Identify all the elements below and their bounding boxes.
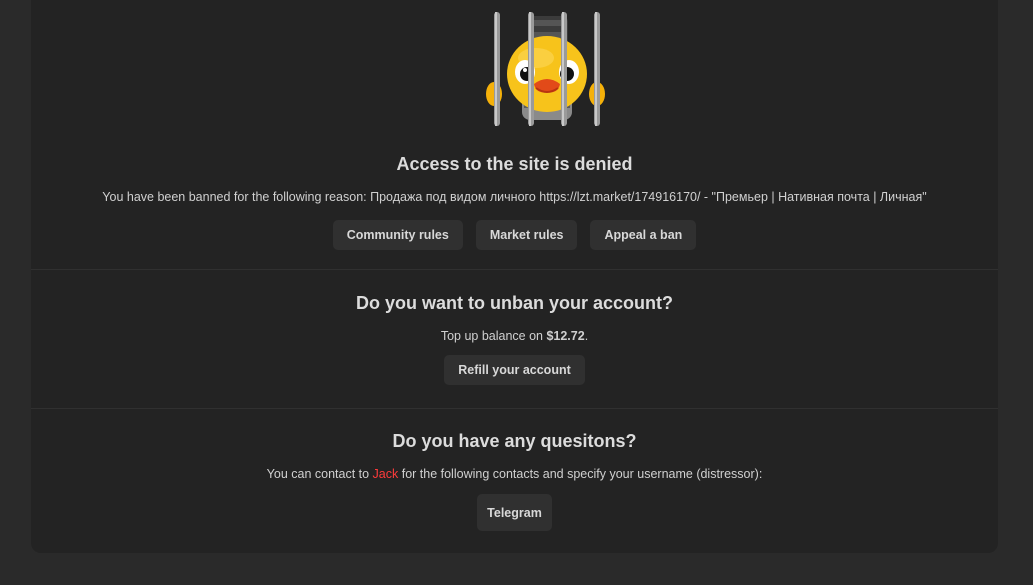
contact-suffix: for the following contacts and specify y…: [398, 467, 763, 481]
balance-suffix: .: [584, 329, 589, 343]
contact-prefix: You can contact to: [266, 467, 373, 481]
balance-prefix: Top up balance on: [440, 329, 547, 343]
community-rules-button[interactable]: Community rules: [332, 220, 463, 250]
unban-title: Do you want to unban your account?: [356, 293, 673, 313]
jailed-duck-icon: [486, 12, 605, 126]
telegram-button[interactable]: Telegram: [477, 494, 552, 531]
balance-amount: $12.72: [546, 329, 585, 343]
telegram-button-row: Telegram: [31, 494, 998, 531]
ban-card: Access to the site is denied You have be…: [31, 0, 998, 553]
appeal-ban-button[interactable]: Appeal a ban: [590, 220, 697, 250]
unban-section: Do you want to unban your account? Top u…: [31, 293, 998, 385]
market-rules-button[interactable]: Market rules: [475, 220, 578, 250]
balance-text: Top up balance on $12.72.: [31, 329, 998, 343]
access-denied-section: Access to the site is denied You have be…: [31, 154, 998, 250]
refill-button-row: Refill your account: [31, 355, 998, 385]
questions-title: Do you have any quesitons?: [392, 431, 637, 451]
refill-account-button[interactable]: Refill your account: [444, 355, 585, 385]
contact-name-link[interactable]: Jack: [373, 467, 399, 481]
ban-reason-text: You have been banned for the following r…: [102, 190, 927, 204]
section-divider: [31, 408, 998, 409]
questions-section: Do you have any quesitons? You can conta…: [31, 431, 998, 531]
rules-button-row: Community rules Market rules Appeal a ba…: [31, 220, 998, 250]
access-denied-title: Access to the site is denied: [396, 154, 633, 174]
section-divider: [31, 269, 998, 270]
contact-text: You can contact to Jack for the followin…: [31, 467, 998, 481]
